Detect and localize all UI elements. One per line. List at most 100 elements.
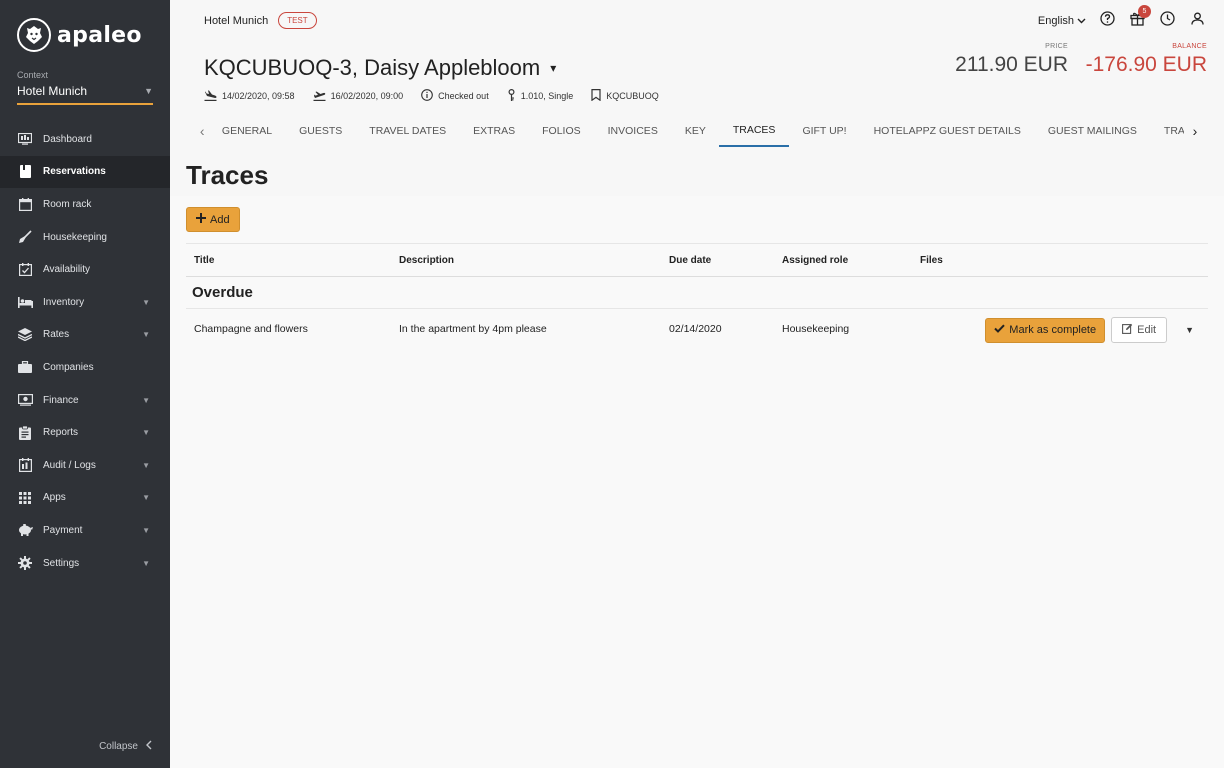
hotel-name: Hotel Munich xyxy=(204,14,269,27)
caret-down-icon: ▼ xyxy=(142,460,150,470)
reservation-title[interactable]: KQCUBUOQ-3, Daisy Applebloom ▾ xyxy=(204,55,556,81)
context-value-text: Hotel Munich xyxy=(17,84,88,98)
header-files: Files xyxy=(920,254,943,266)
bed-icon xyxy=(17,294,33,310)
gift-button[interactable]: 5 xyxy=(1128,5,1151,30)
audit-icon xyxy=(17,457,33,473)
tab-folios[interactable]: FOLIOS xyxy=(529,114,595,147)
arrival-text: 14/02/2020, 09:58 xyxy=(222,91,295,101)
edit-label: Edit xyxy=(1137,324,1157,336)
tab-travel-dates[interactable]: TRAVEL DATES xyxy=(356,114,460,147)
sidebar-item-label: Reports xyxy=(43,427,79,439)
reservation-status: Checked out xyxy=(421,89,489,103)
sidebar-item-label: Rates xyxy=(43,329,70,341)
tab-general[interactable]: GENERAL xyxy=(208,114,285,147)
plane-takeoff-icon xyxy=(313,90,326,103)
balance-value: -176.90 EUR xyxy=(1085,53,1207,76)
sidebar-item-room-rack[interactable]: Room rack xyxy=(0,188,170,221)
sidebar-item-reservations[interactable]: Reservations xyxy=(0,155,170,189)
chevron-down-icon xyxy=(1077,15,1086,27)
sidebar-item-label: Settings xyxy=(43,557,80,569)
caret-down-icon: ▼ xyxy=(142,428,150,438)
tab-hotelappz-guest-details[interactable]: HOTELAPPZ GUEST DETAILS xyxy=(860,114,1034,147)
caret-down-icon: ▼ xyxy=(142,525,150,535)
sidebar-item-label: Inventory xyxy=(43,296,85,308)
user-icon xyxy=(1190,12,1204,30)
mark-as-complete-label: Mark as complete xyxy=(1009,324,1097,336)
sidebar-item-payment[interactable]: Payment ▼ xyxy=(0,514,170,547)
apaleo-logo[interactable]: apaleo xyxy=(17,18,142,52)
context-value[interactable]: Hotel Munich ▼ xyxy=(17,84,153,105)
cell-due-date: 02/14/2020 xyxy=(669,323,722,335)
header-title: Title xyxy=(194,254,215,266)
tab-guests[interactable]: GUESTS xyxy=(286,114,356,147)
sidebar-item-dashboard[interactable]: Dashboard xyxy=(0,123,170,156)
plane-landing-icon xyxy=(204,90,217,103)
row-actions: Mark as complete Edit ▼ xyxy=(985,317,1194,343)
departure-date: 16/02/2020, 09:00 xyxy=(313,90,403,103)
mark-as-complete-button[interactable]: Mark as complete xyxy=(985,317,1106,343)
piggy-bank-icon xyxy=(17,522,33,538)
price-label: PRICE xyxy=(1045,43,1068,50)
sidebar-item-label: Room rack xyxy=(43,198,92,210)
page-title: Traces xyxy=(186,160,269,190)
price-value: 211.90 EUR xyxy=(955,53,1068,76)
reservation-tabs: ‹ GENERAL GUESTS TRAVEL DATES EXTRAS FOL… xyxy=(196,114,1206,147)
grid-icon xyxy=(17,490,33,506)
tab-gift-up[interactable]: GIFT UP! xyxy=(789,114,860,147)
hotel-header: Hotel Munich TEST xyxy=(204,12,317,29)
sidebar-item-label: Availability xyxy=(43,264,91,276)
sidebar-item-finance[interactable]: Finance ▼ xyxy=(0,384,170,417)
context-selector[interactable]: Context Hotel Munich ▼ xyxy=(17,70,153,105)
language-selector[interactable]: English xyxy=(1038,15,1086,27)
sidebar: apaleo Context Hotel Munich ▼ Dashboard … xyxy=(0,0,170,768)
sidebar-item-apps[interactable]: Apps ▼ xyxy=(0,482,170,515)
collapse-button[interactable]: Collapse xyxy=(99,740,152,753)
tab-key[interactable]: KEY xyxy=(671,114,719,147)
edit-button[interactable]: Edit xyxy=(1111,317,1168,343)
sidebar-item-label: Apps xyxy=(43,492,66,504)
key-icon xyxy=(507,88,516,103)
sidebar-item-companies[interactable]: Companies xyxy=(0,351,170,384)
language-label: English xyxy=(1037,15,1074,27)
calendar-check-icon xyxy=(17,262,33,278)
table-row: Champagne and flowers In the apartment b… xyxy=(186,309,1208,349)
sidebar-item-reports[interactable]: Reports ▼ xyxy=(0,416,170,449)
row-menu-caret-icon[interactable]: ▼ xyxy=(1185,325,1194,335)
help-icon xyxy=(1099,11,1115,31)
collapse-label: Collapse xyxy=(99,741,138,752)
group-overdue: Overdue xyxy=(186,277,1208,309)
reservation-title-text: KQCUBUOQ-3, Daisy Applebloom xyxy=(204,55,541,80)
tab-traces[interactable]: TRACES xyxy=(719,114,789,147)
sidebar-item-label: Housekeeping xyxy=(43,231,107,243)
caret-down-icon: ▼ xyxy=(142,395,150,405)
caret-down-icon: ▼ xyxy=(144,86,153,96)
tabs-scroll-left[interactable]: ‹ xyxy=(196,123,208,139)
user-menu-button[interactable] xyxy=(1188,12,1206,30)
dashboard-icon xyxy=(17,131,33,147)
header-description: Description xyxy=(399,254,455,266)
sidebar-item-audit-logs[interactable]: Audit / Logs ▼ xyxy=(0,449,170,482)
clock-icon xyxy=(1159,11,1175,31)
caret-down-icon: ▼ xyxy=(142,297,150,307)
add-trace-button[interactable]: Add xyxy=(186,207,240,232)
sidebar-item-housekeeping[interactable]: Housekeeping xyxy=(0,221,170,254)
broom-icon xyxy=(17,229,33,245)
tabs-scroll-right[interactable]: › xyxy=(1184,122,1206,139)
sidebar-item-inventory[interactable]: Inventory ▼ xyxy=(0,286,170,319)
help-button[interactable] xyxy=(1098,11,1116,31)
table-header: Title Description Due date Assigned role… xyxy=(186,243,1208,277)
layers-icon xyxy=(17,327,33,343)
history-button[interactable] xyxy=(1158,11,1176,31)
tab-guest-mailings[interactable]: GUEST MAILINGS xyxy=(1034,114,1150,147)
sidebar-item-rates[interactable]: Rates ▼ xyxy=(0,319,170,352)
gear-icon xyxy=(17,555,33,571)
sidebar-item-settings[interactable]: Settings ▼ xyxy=(0,547,170,580)
top-toolbar: English 5 xyxy=(1038,5,1206,31)
traces-table: Title Description Due date Assigned role… xyxy=(186,243,1208,349)
reservation-meta: 14/02/2020, 09:58 16/02/2020, 09:00 Chec… xyxy=(204,88,659,103)
tab-extras[interactable]: EXTRAS xyxy=(460,114,529,147)
sidebar-item-label: Audit / Logs xyxy=(43,459,96,471)
sidebar-item-availability[interactable]: Availability xyxy=(0,253,170,286)
tab-invoices[interactable]: INVOICES xyxy=(594,114,671,147)
